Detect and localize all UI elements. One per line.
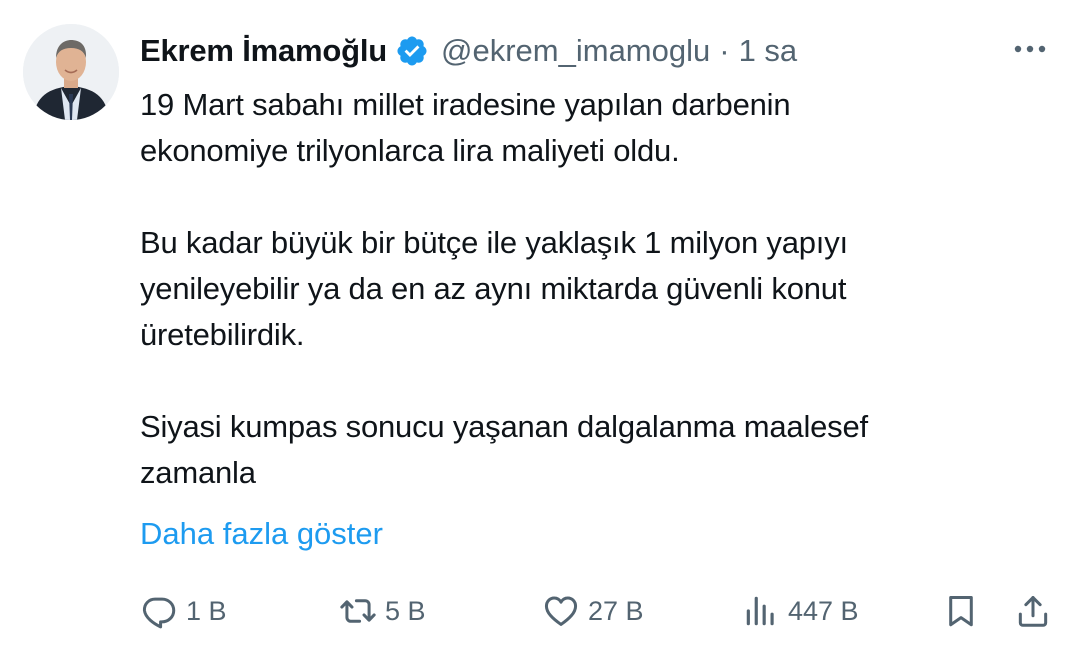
tweet-text: 19 Mart sabahı millet iradesine yapılan … <box>140 87 868 490</box>
tweet-header: Ekrem İmamoğlu @ekrem_imamoglu · 1 sa <box>140 28 797 74</box>
author-name[interactable]: Ekrem İmamoğlu <box>140 33 387 69</box>
share-icon <box>1014 592 1052 630</box>
author-handle[interactable]: @ekrem_imamoglu <box>441 33 710 69</box>
repost-button[interactable]: 5 B <box>339 586 426 636</box>
reply-icon <box>140 592 178 630</box>
reply-count: 1 B <box>186 595 227 626</box>
like-button[interactable]: 27 B <box>542 586 644 636</box>
more-options-icon[interactable] <box>1010 36 1050 62</box>
heart-icon <box>542 592 580 630</box>
like-count: 27 B <box>588 595 644 626</box>
tweet: Ekrem İmamoğlu @ekrem_imamoglu · 1 sa 19… <box>0 0 1072 662</box>
bookmark-icon <box>942 592 980 630</box>
profile-photo <box>23 24 119 120</box>
verified-badge-icon[interactable] <box>395 34 429 68</box>
reply-button[interactable]: 1 B <box>140 586 227 636</box>
views-icon <box>742 592 780 630</box>
avatar[interactable] <box>23 24 119 120</box>
repost-icon <box>339 592 377 630</box>
separator-dot: · <box>719 33 730 68</box>
bookmark-button[interactable] <box>942 586 980 636</box>
share-button[interactable] <box>1014 586 1052 636</box>
repost-count: 5 B <box>385 595 426 626</box>
views-button[interactable]: 447 B <box>742 586 859 636</box>
show-more-link[interactable]: Daha fazla göster <box>140 511 383 557</box>
tweet-actions: 1 B 5 B 27 B 447 B <box>0 586 1072 636</box>
timestamp[interactable]: 1 sa <box>739 33 798 69</box>
views-count: 447 B <box>788 595 859 626</box>
